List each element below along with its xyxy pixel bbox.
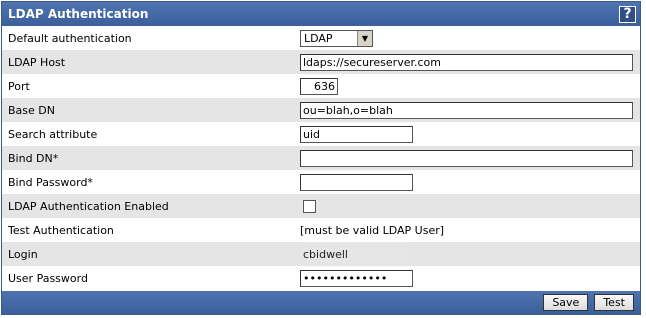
row-login: Login cbidwell bbox=[2, 242, 640, 266]
ldap-enabled-label: LDAP Authentication Enabled bbox=[8, 199, 169, 213]
ldap-enabled-checkbox[interactable] bbox=[303, 199, 316, 213]
login-field[interactable]: cbidwell bbox=[300, 246, 410, 262]
row-ldap-host: LDAP Host bbox=[2, 50, 640, 74]
base-dn-input[interactable] bbox=[300, 101, 633, 119]
search-attr-input[interactable] bbox=[300, 125, 413, 143]
default-auth-select[interactable]: LDAP ▼ bbox=[300, 29, 373, 47]
row-default-auth: Default authentication LDAP ▼ bbox=[2, 26, 640, 50]
panel-titlebar: LDAP Authentication ? bbox=[2, 2, 640, 26]
default-auth-value: LDAP bbox=[304, 31, 333, 45]
panel-title: LDAP Authentication bbox=[8, 7, 149, 21]
ldap-host-label: LDAP Host bbox=[8, 55, 66, 69]
panel-footer: Save Test bbox=[2, 291, 640, 314]
user-password-input[interactable] bbox=[300, 269, 413, 287]
row-user-password: User Password bbox=[2, 266, 640, 290]
default-auth-label: Default authentication bbox=[8, 31, 132, 45]
user-password-label: User Password bbox=[8, 271, 88, 285]
row-ldap-enabled: LDAP Authentication Enabled bbox=[2, 194, 640, 218]
form-rows: Default authentication LDAP ▼ LDAP Host … bbox=[2, 26, 640, 290]
chevron-down-icon[interactable]: ▼ bbox=[357, 30, 372, 46]
row-test-auth: Test Authentication [must be valid LDAP … bbox=[2, 218, 640, 242]
port-label: Port bbox=[8, 79, 30, 93]
test-auth-note: [must be valid LDAP User] bbox=[300, 223, 445, 237]
port-input[interactable] bbox=[300, 77, 338, 95]
ldap-host-input[interactable] bbox=[300, 53, 633, 71]
bind-password-input[interactable] bbox=[300, 173, 413, 191]
bind-dn-label: Bind DN* bbox=[8, 151, 59, 165]
row-port: Port bbox=[2, 74, 640, 98]
row-bind-dn: Bind DN* bbox=[2, 146, 640, 170]
bind-password-label: Bind Password* bbox=[8, 175, 93, 189]
search-attr-label: Search attribute bbox=[8, 127, 98, 141]
test-auth-label: Test Authentication bbox=[8, 223, 114, 237]
login-label: Login bbox=[8, 247, 38, 261]
save-button[interactable]: Save bbox=[543, 294, 589, 311]
row-search-attr: Search attribute bbox=[2, 122, 640, 146]
row-base-dn: Base DN bbox=[2, 98, 640, 122]
row-bind-password: Bind Password* bbox=[2, 170, 640, 194]
base-dn-label: Base DN bbox=[8, 103, 55, 117]
ldap-auth-panel: LDAP Authentication ? Default authentica… bbox=[1, 1, 641, 315]
help-icon[interactable]: ? bbox=[619, 5, 636, 23]
bind-dn-input[interactable] bbox=[300, 149, 633, 167]
test-button[interactable]: Test bbox=[594, 294, 634, 311]
